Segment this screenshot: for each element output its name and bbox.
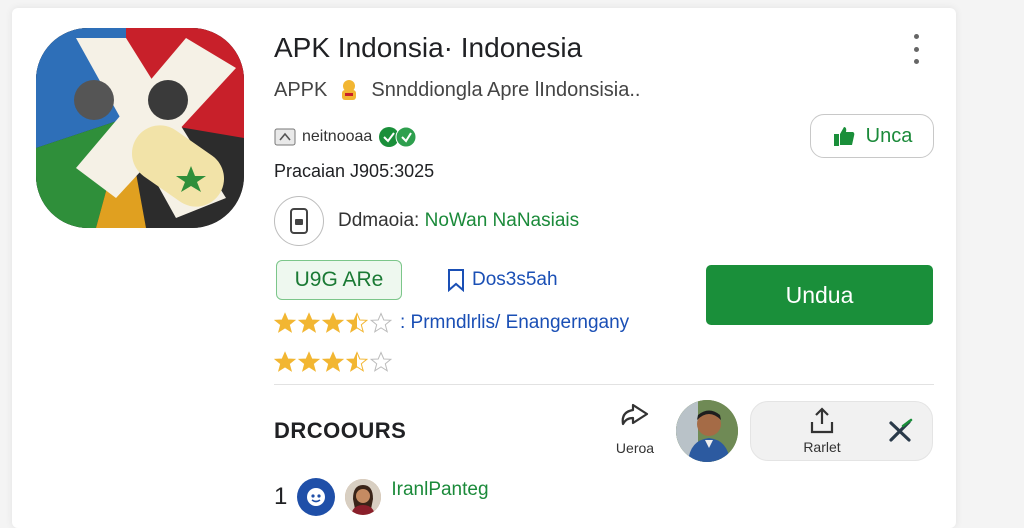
close-icon — [889, 418, 913, 442]
verified-icon — [379, 126, 417, 148]
close-button[interactable] — [885, 416, 915, 446]
developer-name: neitnooaa — [302, 128, 373, 145]
device-label: Ddmaoia: — [338, 210, 420, 231]
star-icon — [346, 312, 368, 333]
phone-icon — [290, 208, 308, 234]
star-icon — [370, 351, 392, 372]
reviewer-avatar — [345, 479, 382, 515]
star-icon — [274, 312, 296, 333]
review-number: 1 — [274, 483, 288, 510]
app-detail-card: APK Indonsia· Indonesia APPK Snnddiongla… — [12, 8, 956, 528]
avatar[interactable] — [676, 400, 738, 462]
star-icon — [322, 312, 344, 333]
star-icon — [370, 312, 392, 333]
upload-icon — [810, 407, 834, 434]
subtitle-prefix: APPK — [274, 78, 328, 101]
thumbs-up-icon — [833, 127, 854, 146]
developer-row: neitnooaa — [274, 126, 418, 148]
report-label: Rarlet — [803, 439, 841, 455]
section-title: DRCOOURS — [274, 418, 407, 443]
star-icon — [298, 312, 320, 333]
device-compat-text: Ddmaoia: NoWan NaNasiais — [338, 210, 579, 232]
action-pill: Rarlet — [750, 401, 933, 461]
more-vert-icon — [913, 34, 919, 39]
star-icon — [298, 351, 320, 372]
divider — [274, 384, 934, 385]
star-icon — [346, 351, 368, 372]
review-row[interactable]: 1 IranlPanteg — [274, 478, 489, 516]
report-button[interactable]: Rarlet — [799, 406, 845, 455]
rating-text: : Prmndlrlis/ Enangerngany — [400, 312, 630, 333]
more-options-button[interactable] — [908, 34, 924, 64]
star-rating — [274, 312, 392, 334]
app-subtitle: APPK Snnddiongla Apre lIndonsisia.. — [274, 78, 640, 102]
star-rating-secondary — [274, 351, 392, 373]
share-icon — [621, 403, 649, 426]
install-label: Unca — [865, 124, 913, 147]
mascot-icon — [342, 80, 357, 100]
download-button[interactable]: Undua — [706, 265, 933, 325]
bookmark-link[interactable]: Dos3s5ah — [446, 268, 558, 292]
star-icon — [274, 351, 296, 372]
release-date: Pracaian J905:3025 — [274, 161, 435, 181]
star-icon — [322, 351, 344, 372]
share-label: Ueroa — [615, 440, 655, 456]
reviewer-name: IranlPanteg — [391, 479, 489, 500]
device-value: NoWan NaNasiais — [424, 210, 580, 231]
age-badge: U9G ARe — [276, 260, 402, 300]
bookmark-label: Dos3s5ah — [472, 269, 558, 290]
app-logo-icon — [36, 28, 244, 228]
device-icon-wrapper — [274, 196, 324, 246]
rating-row-secondary — [274, 351, 392, 373]
install-button[interactable]: Unca — [810, 114, 934, 158]
subtitle-text: Snnddiongla Apre lIndonsisia.. — [371, 78, 641, 101]
rating-row: : Prmndlrlis/ Enangerngany — [274, 312, 629, 334]
app-title: APK Indonsia· Indonesia — [274, 32, 583, 63]
device-compat-row: Ddmaoia: NoWan NaNasiais — [274, 196, 579, 246]
bookmark-icon — [448, 269, 464, 292]
share-button[interactable]: Ueroa — [606, 402, 664, 472]
reviewer-badge-icon — [297, 478, 336, 516]
developer-icon — [274, 128, 296, 146]
